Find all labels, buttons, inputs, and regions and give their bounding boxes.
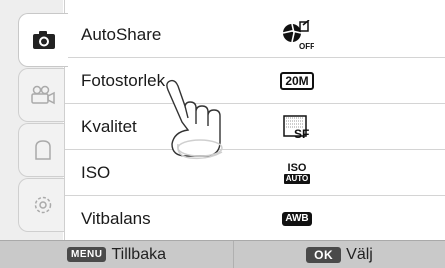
camera-menu-screen: AutoShare OFF Fotostorlek 20M Kvalitet S… — [0, 0, 445, 268]
ok-key-badge: OK — [306, 246, 342, 263]
autoshare-off-icon: OFF — [280, 20, 314, 50]
tab-camera[interactable] — [18, 13, 68, 67]
select-button[interactable]: OK Välj — [234, 241, 445, 268]
menu-tab-column — [0, 0, 68, 240]
svg-text:SF: SF — [294, 127, 309, 140]
menu-item-label: Kvalitet — [81, 117, 137, 136]
menu-item-label: ISO — [81, 163, 111, 182]
menu-item-vitbalans[interactable]: Vitbalans AWB — [65, 196, 445, 242]
menu-key-badge: MENU — [67, 247, 107, 262]
photo-size-icon: 20M — [280, 66, 314, 96]
menu-item-label: Fotostorlek — [81, 71, 166, 90]
menu-item-label: AutoShare — [81, 25, 162, 44]
menu-item-iso[interactable]: ISO ISO AUTO — [65, 150, 445, 196]
back-button[interactable]: MENU Tillbaka — [0, 241, 234, 268]
tab-settings[interactable] — [18, 178, 66, 232]
tab-video[interactable] — [18, 68, 66, 122]
settings-menu-list: AutoShare OFF Fotostorlek 20M Kvalitet S… — [64, 0, 445, 240]
back-label: Tillbaka — [111, 245, 166, 263]
menu-item-kvalitet[interactable]: Kvalitet SF — [65, 104, 445, 150]
menu-item-label: Vitbalans — [81, 209, 151, 228]
gear-icon — [32, 194, 54, 216]
bottom-bar: MENU Tillbaka OK Välj — [0, 240, 445, 268]
svg-text:OFF: OFF — [299, 42, 314, 50]
tab-user[interactable] — [18, 123, 66, 177]
video-camera-icon — [30, 85, 56, 105]
camera-icon — [32, 30, 56, 50]
quality-superfine-icon: SF — [280, 112, 314, 142]
white-balance-auto-icon: AWB — [280, 204, 314, 234]
iso-auto-icon: ISO AUTO — [283, 161, 311, 184]
user-icon — [33, 139, 53, 161]
menu-item-autoshare[interactable]: AutoShare OFF — [65, 12, 445, 58]
select-label: Välj — [346, 245, 373, 263]
menu-item-fotostorlek[interactable]: Fotostorlek 20M — [65, 58, 445, 104]
